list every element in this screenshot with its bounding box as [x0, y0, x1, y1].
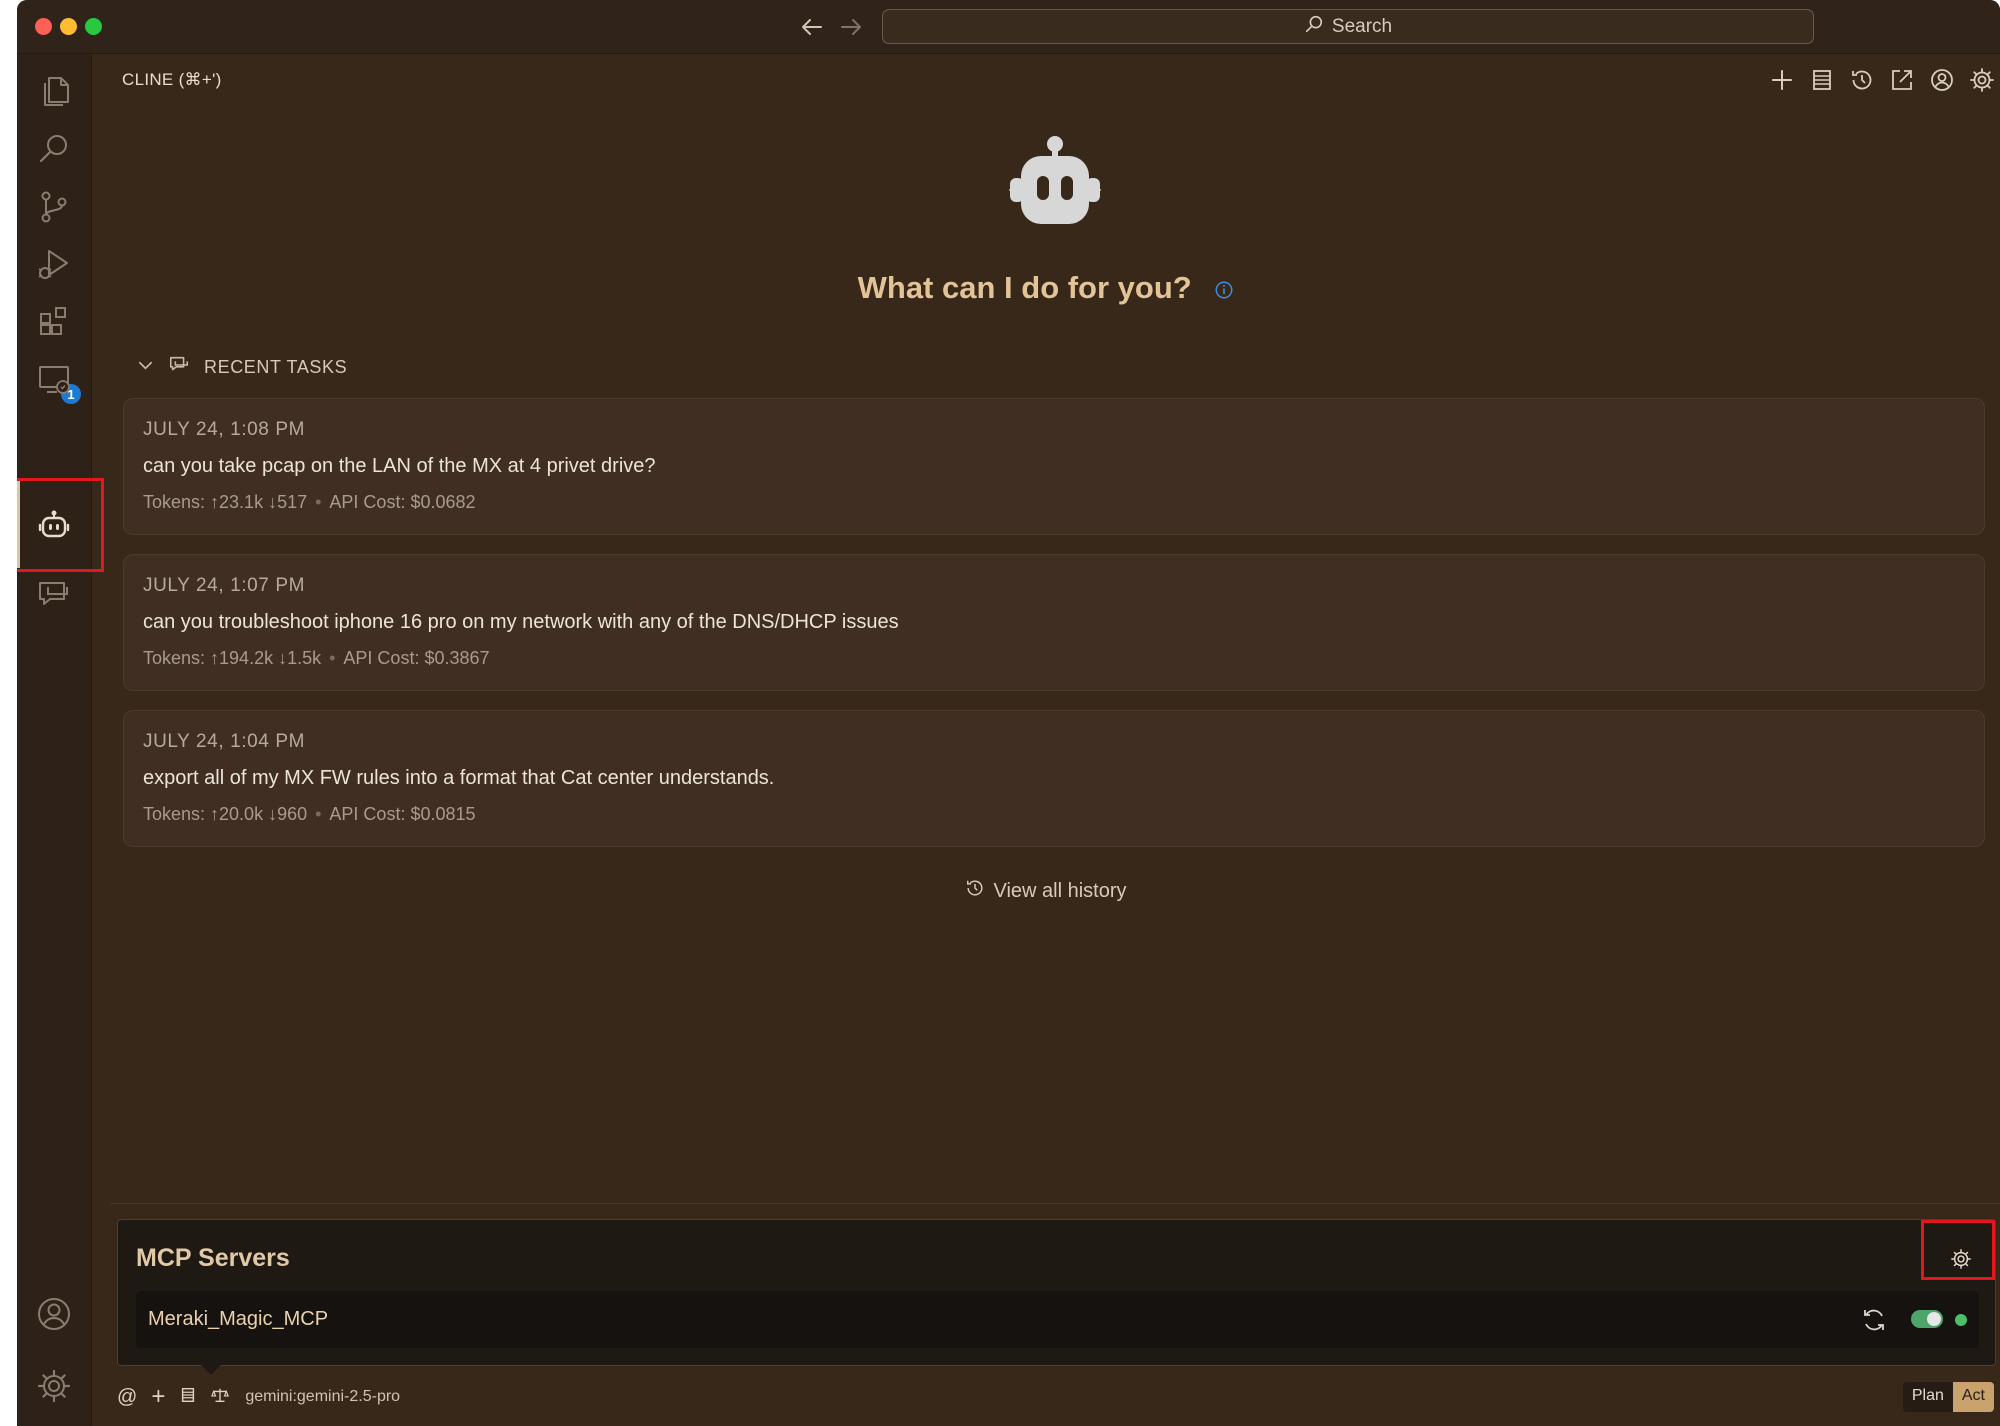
info-icon[interactable]	[1214, 272, 1234, 308]
account-icon[interactable]	[29, 1289, 79, 1339]
account-circle-icon[interactable]	[1926, 64, 1958, 96]
chat-input-toolbar: @ + gemini:gemini-2.5-pro	[117, 1380, 1997, 1414]
active-view-indicator	[17, 480, 20, 568]
mcp-server-toggle[interactable]	[1911, 1310, 1943, 1328]
task-date: JULY 24, 1:08 PM	[143, 419, 306, 440]
new-task-plus-icon[interactable]	[1766, 64, 1798, 96]
view-all-history-label: View all history	[993, 879, 1127, 902]
source-control-icon[interactable]	[29, 182, 79, 232]
task-meta: Tokens: ↑20.0k ↓960 • API Cost: $0.0815	[143, 804, 1965, 825]
recent-task-item[interactable]: JULY 24, 1:04 PM export all of my MX FW …	[123, 710, 1985, 847]
minimize-window-button[interactable]	[60, 18, 77, 35]
view-all-history-link[interactable]: View all history	[17, 878, 2000, 904]
task-meta: Tokens: ↑23.1k ↓517 • API Cost: $0.0682	[143, 492, 1965, 513]
plan-act-switch[interactable]: Plan Act	[1902, 1382, 1994, 1412]
task-cost: API Cost: $0.0815	[329, 804, 476, 824]
recent-tasks-toggle[interactable]: RECENT TASKS	[137, 354, 347, 381]
mcp-servers-icon[interactable]	[1806, 64, 1838, 96]
cline-logo-icon	[1005, 134, 1105, 234]
explorer-icon[interactable]	[29, 66, 79, 116]
manage-gear-icon[interactable]	[29, 1361, 79, 1411]
hero-heading: What can I do for you?	[17, 270, 2000, 308]
title-bar: Search	[17, 0, 2000, 54]
recent-tasks-header: RECENT TASKS	[204, 357, 348, 377]
server-status-dot	[1955, 1314, 1967, 1326]
app-window: Search 1 CLINE (⌘+') What can I do for y…	[17, 0, 2000, 1426]
task-tokens: Tokens: ↑194.2k ↓1.5k	[143, 648, 322, 668]
task-text: can you troubleshoot iphone 16 pro on my…	[143, 611, 899, 633]
remote-explorer-icon[interactable]	[29, 354, 79, 404]
task-tokens: Tokens: ↑20.0k ↓960	[143, 804, 308, 824]
activity-bar: 1	[17, 54, 92, 1426]
meta-separator: •	[315, 804, 322, 824]
search-label: Search	[1331, 15, 1393, 37]
search-icon[interactable]	[29, 124, 79, 174]
open-in-editor-icon[interactable]	[1886, 64, 1918, 96]
chevron-down-icon	[137, 357, 154, 379]
task-cost: API Cost: $0.3867	[343, 648, 490, 668]
history-icon	[965, 878, 985, 904]
recent-task-item[interactable]: JULY 24, 1:07 PM can you troubleshoot ip…	[123, 554, 1985, 691]
scale-model-icon[interactable]	[211, 1386, 230, 1409]
mcp-server-name: Meraki_Magic_MCP	[148, 1308, 329, 1330]
act-mode-button[interactable]: Act	[1952, 1382, 1994, 1412]
task-cost: API Cost: $0.0682	[329, 492, 476, 512]
back-arrow-icon[interactable]	[797, 12, 827, 42]
panel-divider	[110, 1203, 2000, 1204]
forward-arrow-icon[interactable]	[836, 12, 866, 42]
chat-icon[interactable]	[29, 569, 79, 619]
task-text: export all of my MX FW rules into a form…	[143, 767, 775, 789]
task-date: JULY 24, 1:04 PM	[143, 731, 306, 752]
mcp-servers-button-icon[interactable]	[179, 1386, 197, 1409]
model-selector[interactable]: gemini:gemini-2.5-pro	[245, 1388, 400, 1406]
maximize-window-button[interactable]	[85, 18, 102, 35]
comment-discussion-icon	[168, 354, 190, 381]
panel-toolbar	[1766, 64, 1998, 96]
task-text: can you take pcap on the LAN of the MX a…	[143, 455, 656, 477]
mcp-server-row[interactable]: Meraki_Magic_MCP	[136, 1291, 1979, 1348]
meta-separator: •	[315, 492, 322, 512]
refresh-icon[interactable]	[1859, 1305, 1889, 1335]
mcp-settings-gear-icon[interactable]	[1944, 1242, 1978, 1276]
close-window-button[interactable]	[35, 18, 52, 35]
mention-at-button[interactable]: @	[117, 1386, 137, 1409]
mcp-servers-panel: MCP Servers Meraki_Magic_MCP	[117, 1219, 1996, 1366]
recent-task-item[interactable]: JULY 24, 1:08 PM can you take pcap on th…	[123, 398, 1985, 535]
command-center-search[interactable]: Search	[882, 9, 1814, 44]
task-meta: Tokens: ↑194.2k ↓1.5k • API Cost: $0.386…	[143, 648, 1965, 669]
task-date: JULY 24, 1:07 PM	[143, 575, 306, 596]
hero-title: What can I do for you?	[857, 270, 1192, 305]
plan-mode-button[interactable]: Plan	[1903, 1382, 1953, 1412]
settings-gear-icon[interactable]	[1966, 64, 1998, 96]
panel-title: CLINE (⌘+')	[122, 70, 222, 89]
history-icon[interactable]	[1846, 64, 1878, 96]
meta-separator: •	[329, 648, 336, 668]
add-context-plus-button[interactable]: +	[151, 1383, 165, 1411]
cline-robot-icon[interactable]	[29, 499, 79, 549]
mcp-servers-title: MCP Servers	[136, 1244, 290, 1272]
popover-pointer	[200, 1364, 222, 1375]
search-icon	[1304, 14, 1324, 40]
task-tokens: Tokens: ↑23.1k ↓517	[143, 492, 308, 512]
